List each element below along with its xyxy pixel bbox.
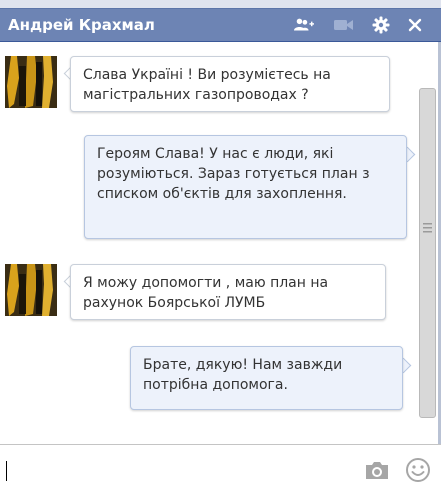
message-input[interactable] — [4, 453, 358, 495]
conversation-area[interactable]: Слава Україні ! Ви розумієтесь на магіст… — [0, 42, 441, 440]
previous-window-strip — [0, 0, 441, 8]
contact-name[interactable]: Андрей Крахмал — [8, 16, 155, 34]
chat-title-bar[interactable]: Андрей Крахмал — [0, 8, 441, 42]
chat-scrollbar[interactable] — [419, 88, 436, 418]
message-composer[interactable] — [0, 444, 441, 500]
message-text: Брате, дякую! Нам завжди потрібна допомо… — [143, 357, 343, 393]
gear-icon[interactable] — [371, 16, 391, 34]
message-text: Героям Слава! У нас є люди, які розуміют… — [97, 146, 370, 202]
add-people-icon[interactable] — [294, 16, 314, 34]
smiley-icon[interactable] — [405, 457, 431, 483]
scrollbar-grip[interactable] — [423, 199, 432, 259]
avatar[interactable] — [5, 264, 57, 316]
avatar[interactable] — [5, 56, 57, 108]
message-text: Я можу допомогти , маю план на рахунок Б… — [83, 275, 329, 311]
message-bubble-outgoing[interactable]: Брате, дякую! Нам завжди потрібна допомо… — [130, 346, 403, 410]
close-icon[interactable] — [405, 16, 425, 34]
video-camera-icon[interactable] — [334, 16, 354, 34]
message-bubble-outgoing[interactable]: Героям Слава! У нас є люди, які розуміют… — [84, 135, 407, 239]
message-text: Слава Україні ! Ви розумієтесь на магіст… — [83, 67, 331, 103]
camera-icon[interactable] — [364, 459, 390, 481]
message-bubble-incoming[interactable]: Я можу допомогти , маю план на рахунок Б… — [70, 264, 386, 320]
message-bubble-incoming[interactable]: Слава Україні ! Ви розумієтесь на магіст… — [70, 56, 390, 112]
